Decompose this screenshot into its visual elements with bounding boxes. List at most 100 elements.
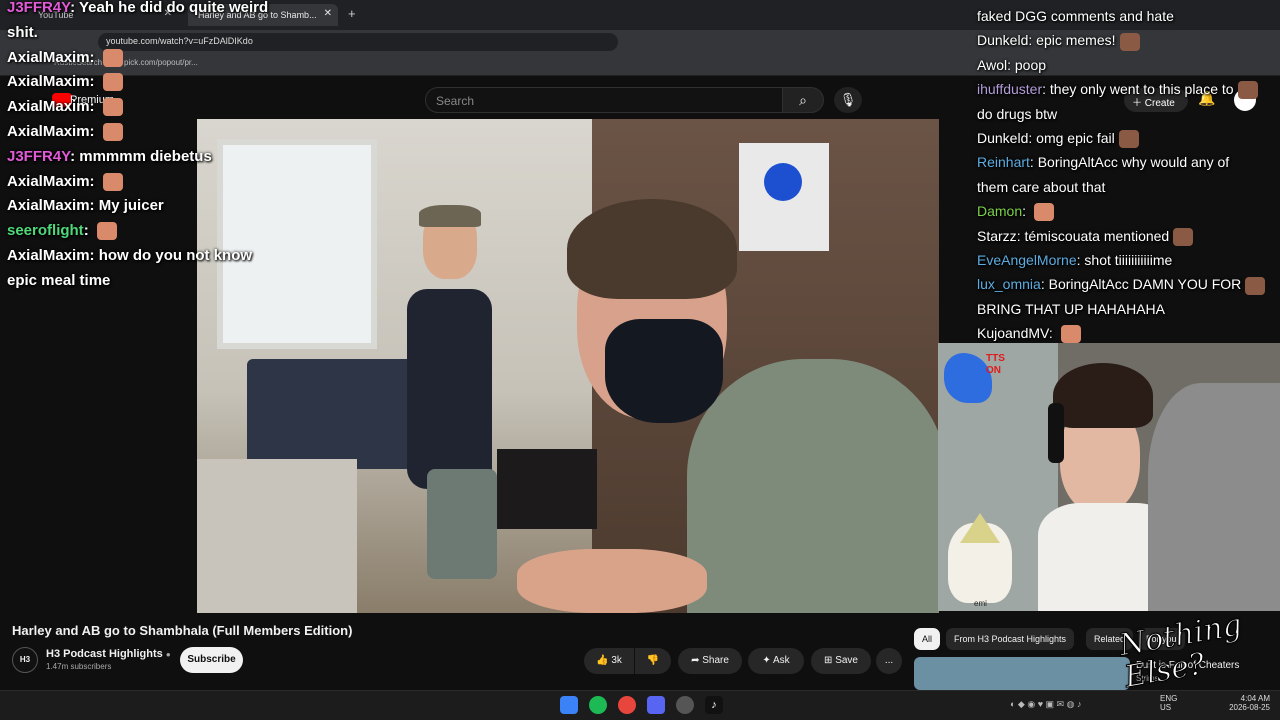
chat-emote-icon <box>102 172 123 191</box>
chat-emote-icon <box>102 98 123 117</box>
chat-username[interactable]: AxialMaxim <box>7 49 90 66</box>
like-button[interactable]: 👍 3k <box>584 648 634 674</box>
chat-message: AxialMaxim: <box>7 170 327 195</box>
microphone-icon: 🎙 <box>839 92 857 107</box>
chat-message: epic meal time <box>7 269 327 294</box>
new-tab-icon[interactable]: + <box>348 6 356 21</box>
more-actions-button[interactable]: ... <box>876 648 902 674</box>
chat-text: omg epic fail <box>1036 129 1115 146</box>
tiktok-icon[interactable]: ♪ <box>705 696 723 714</box>
system-clock[interactable]: 4:04 AM 2026-08-25 <box>1226 694 1270 712</box>
chat-username[interactable]: Awol <box>977 57 1007 73</box>
ask-label: Ask <box>772 655 790 666</box>
chat-message: Starzz: témiscouata mentioned <box>977 224 1277 248</box>
chat-text: BoringAltAcc DAMN YOU FOR <box>1048 276 1242 293</box>
chat-separator: : <box>89 98 99 116</box>
windows-start-icon[interactable] <box>560 696 578 714</box>
chat-separator: : <box>1048 325 1057 342</box>
chat-text: faked DGG comments and hate <box>977 8 1174 24</box>
overlay-brand-text: Nothing Else? <box>1116 607 1245 695</box>
share-button[interactable]: ➦ Share <box>678 648 742 674</box>
chat-username[interactable]: AxialMaxim <box>7 73 90 90</box>
chat-text: Yeah he did do quite weird <box>78 0 269 16</box>
chat-message: them care about that <box>977 175 1277 199</box>
channel-logo[interactable]: H3 <box>12 647 38 673</box>
chat-emote-icon <box>1245 276 1266 295</box>
chip-from-channel[interactable]: From H3 Podcast Highlights <box>946 628 1075 650</box>
chat-username[interactable]: EveAngelMorne <box>977 252 1077 268</box>
chat-message: AxialMaxim: <box>7 120 327 145</box>
chat-text: shit. <box>7 23 38 41</box>
chat-emote-icon <box>102 123 123 142</box>
share-icon: ➦ <box>691 655 703 666</box>
chat-separator: : <box>89 172 99 190</box>
chat-username[interactable]: Starzz <box>977 228 1017 244</box>
chat-username[interactable]: AxialMaxim <box>7 247 90 264</box>
chat-username[interactable]: lux_omnia <box>977 276 1041 292</box>
chat-separator: : <box>89 197 99 215</box>
language-indicator[interactable]: ENG US <box>1160 694 1177 712</box>
chat-text: they only went to this place to <box>1049 81 1234 98</box>
chat-separator: : <box>70 0 79 16</box>
language-code: ENG <box>1160 694 1178 703</box>
ask-button[interactable]: ✦ Ask <box>748 648 804 674</box>
chat-separator: : <box>89 48 99 66</box>
save-button[interactable]: ⊞ Save <box>811 648 871 674</box>
chat-username[interactable]: J3FFR4Y <box>7 148 70 165</box>
chat-emote-icon <box>102 73 123 92</box>
search-button[interactable]: ⌕ <box>782 87 824 113</box>
spotify-icon[interactable] <box>589 696 607 714</box>
dislike-button[interactable]: 👎 <box>635 648 671 674</box>
share-label: Share <box>702 655 729 666</box>
chat-emote-icon <box>1237 81 1258 100</box>
chat-username[interactable]: Dunkeld <box>977 32 1028 48</box>
chat-message: KujoandMV: <box>977 321 1277 345</box>
chat-message: faked DGG comments and hate <box>977 4 1277 28</box>
chat-text: do drugs btw <box>977 105 1058 122</box>
chat-message: seeroflight: <box>7 219 327 244</box>
region-code: US <box>1160 703 1172 712</box>
obs-icon[interactable] <box>676 696 694 714</box>
chat-message: do drugs btw <box>977 102 1277 126</box>
clock-time: 4:04 AM <box>1240 694 1270 703</box>
chip-all[interactable]: All <box>914 628 941 650</box>
subscribe-button[interactable]: Subscribe <box>180 647 243 673</box>
chat-separator: : <box>1007 56 1015 73</box>
right-chat-overlay: faked DGG comments and hate Dunkeld: epic… <box>977 4 1277 345</box>
chat-message: Awol: poop <box>977 53 1277 77</box>
chat-username[interactable]: ihuffduster <box>977 81 1042 97</box>
chat-message: J3FFR4Y: mmmmm diebetus <box>7 145 327 170</box>
chat-text: shot tiiiiiiiiiiime <box>1084 251 1173 268</box>
chat-username[interactable]: Damon <box>977 203 1022 219</box>
bookmark-icon: ⊞ <box>824 655 836 666</box>
chat-username[interactable]: AxialMaxim <box>7 173 90 190</box>
chat-text: them care about that <box>977 178 1106 195</box>
chat-username[interactable]: AxialMaxim <box>7 123 90 140</box>
chrome-icon[interactable] <box>618 696 636 714</box>
tts-label: TTS ON <box>986 353 1005 376</box>
chat-username[interactable]: Reinhart <box>977 154 1030 170</box>
chat-message: AxialMaxim: My juicer <box>7 194 327 219</box>
chat-message: J3FFR4Y: Yeah he did do quite weird <box>7 0 327 21</box>
chat-username[interactable]: AxialMaxim <box>7 98 90 115</box>
left-chat-overlay: J3FFR4Y: Yeah he did do quite weird shit.… <box>7 0 327 294</box>
like-count: 3k <box>611 655 622 666</box>
chat-username[interactable]: seeroflight <box>7 222 84 239</box>
chat-message: EveAngelMorne: shot tiiiiiiiiiiime <box>977 248 1277 272</box>
chat-message: shit. <box>7 21 327 46</box>
chat-message: BRING THAT UP HAHAHAHA <box>977 297 1277 321</box>
chat-emote-icon <box>1060 325 1081 344</box>
channel-name[interactable]: H3 Podcast Highlights ● <box>46 648 171 660</box>
chat-text: BRING THAT UP HAHAHAHA <box>977 300 1166 317</box>
discord-icon[interactable] <box>647 696 665 714</box>
recommended-video-thumbnail[interactable] <box>914 657 1130 690</box>
chat-username[interactable]: AxialMaxim <box>7 197 90 214</box>
subscriber-count: 1.47m subscribers <box>46 662 112 671</box>
chat-username[interactable]: J3FFR4Y <box>7 0 70 16</box>
system-tray-icons[interactable]: ◐ ◆ ◉ ♥ ▣ ✉ ◍ ♪ <box>1010 699 1150 711</box>
search-input[interactable]: Search <box>425 87 783 113</box>
voice-search-button[interactable]: 🎙 <box>834 87 862 113</box>
chat-username[interactable]: KujoandMV <box>977 325 1049 341</box>
chat-text: mmmmm diebetus <box>79 147 212 165</box>
chat-username[interactable]: Dunkeld <box>977 130 1028 146</box>
